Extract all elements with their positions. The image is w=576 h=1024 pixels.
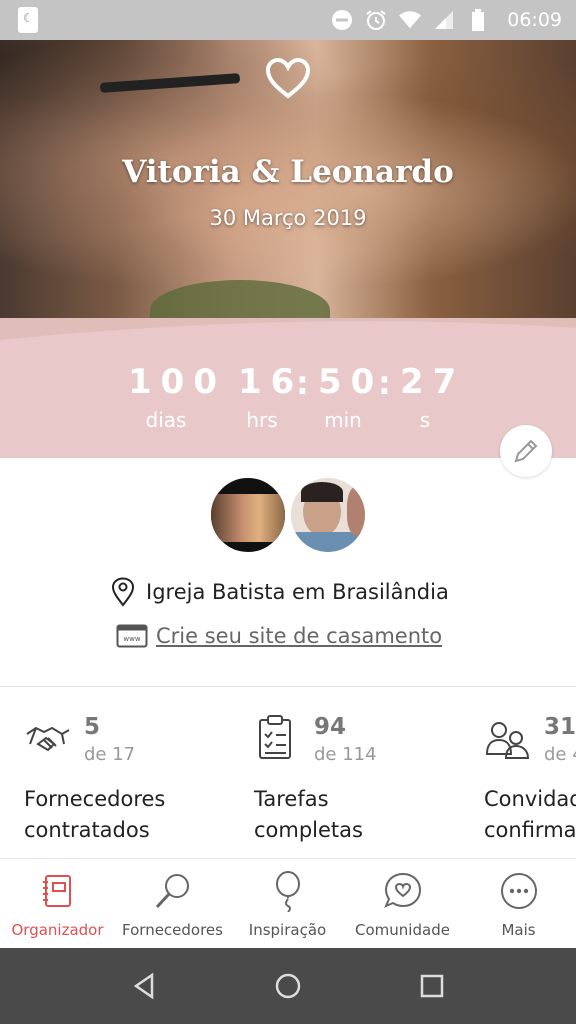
bottom-nav: Organizador Fornecedores Inspiração Comu… [0,858,576,948]
venue-location-text: Igreja Batista em Brasilândia [146,580,449,604]
chat-heart-icon [381,869,425,913]
nav-inspiracao-label: Inspiração [248,921,327,939]
stat-guests-total: de 4 [544,744,576,765]
countdown-minutes: 50 [318,362,384,402]
home-icon[interactable] [270,968,306,1004]
edit-button[interactable] [500,425,552,477]
svg-text:www: www [123,635,140,643]
create-site-link-text: Crie seu site de casamento [156,624,443,648]
status-time: 06:09 [507,9,562,31]
countdown-days: 100 [128,362,226,402]
wifi-icon [399,9,422,31]
stat-guests-count: 31 [544,714,576,740]
nav-comunidade[interactable]: Comunidade [345,859,460,949]
nav-comunidade-label: Comunidade [355,921,450,939]
stat-vendors[interactable]: 5 de 17 Fornecedores contratados [24,700,264,858]
countdown-seconds: 27 [400,362,466,402]
planner-icon [36,869,80,913]
avatar-groom[interactable] [288,475,368,555]
handshake-icon [26,726,70,752]
stat-vendors-total: de 17 [84,744,136,765]
venue-location[interactable]: Igreja Batista em Brasilândia [110,574,449,610]
stats-carousel[interactable]: 5 de 17 Fornecedores contratados 94 de 11… [0,700,576,858]
stat-guests-label: Convidad confirma [484,787,576,842]
more-icon [497,869,541,913]
battery-icon [467,9,489,31]
alarm-icon [365,9,387,31]
stat-tasks[interactable]: 94 de 114 Tarefas completas [254,700,494,858]
countdown-days-label: dias [145,408,187,432]
pencil-icon [514,439,538,463]
do-not-disturb-icon [331,9,353,31]
nav-inspiracao[interactable]: Inspiração [230,859,345,949]
stat-vendors-count: 5 [84,714,101,740]
nav-mais-label: Mais [501,921,536,939]
countdown-hours-label: hrs [246,408,278,432]
countdown-seconds-label: s [419,408,431,432]
nav-organizador-label: Organizador [11,921,104,939]
heart-icon [265,58,311,99]
signal-icon [433,9,455,31]
system-nav-bar [0,948,576,1024]
stat-tasks-label: Tarefas completas [254,787,363,842]
checklist-icon [259,715,291,759]
couple-avatars [0,475,576,557]
stat-tasks-count: 94 [314,714,347,740]
countdown: 100 16 : 50 : 27 dias hrs min s [128,362,466,432]
create-site-link[interactable]: www Crie seu site de casamento [116,620,442,652]
location-pin-icon [111,577,135,607]
guests-icon [485,722,530,759]
divider [0,686,576,687]
nav-fornecedores-label: Fornecedores [122,921,223,939]
nav-fornecedores[interactable]: Fornecedores [115,859,230,949]
nav-organizador[interactable]: Organizador [0,859,115,949]
wedding-date: 30 Março 2019 [209,206,367,230]
balloon-icon [266,869,310,913]
stat-guests[interactable]: 31 de 4 Convidadconfirma [484,700,576,858]
website-icon: www [116,624,148,648]
search-icon [151,869,195,913]
app-notification-icon: ☾ [18,7,38,33]
recents-icon[interactable] [414,968,450,1004]
back-icon[interactable] [126,968,162,1004]
couple-name: Vitoria & Leonardo [122,154,454,190]
countdown-minutes-label: min [324,408,362,432]
stat-tasks-total: de 114 [314,744,377,765]
status-bar: ☾ 06:09 [0,0,576,40]
countdown-hours: 16 [238,362,304,402]
avatar-bride[interactable] [208,475,288,555]
stat-vendors-label: Fornecedores contratados [24,787,166,842]
nav-mais[interactable]: Mais [461,859,576,949]
